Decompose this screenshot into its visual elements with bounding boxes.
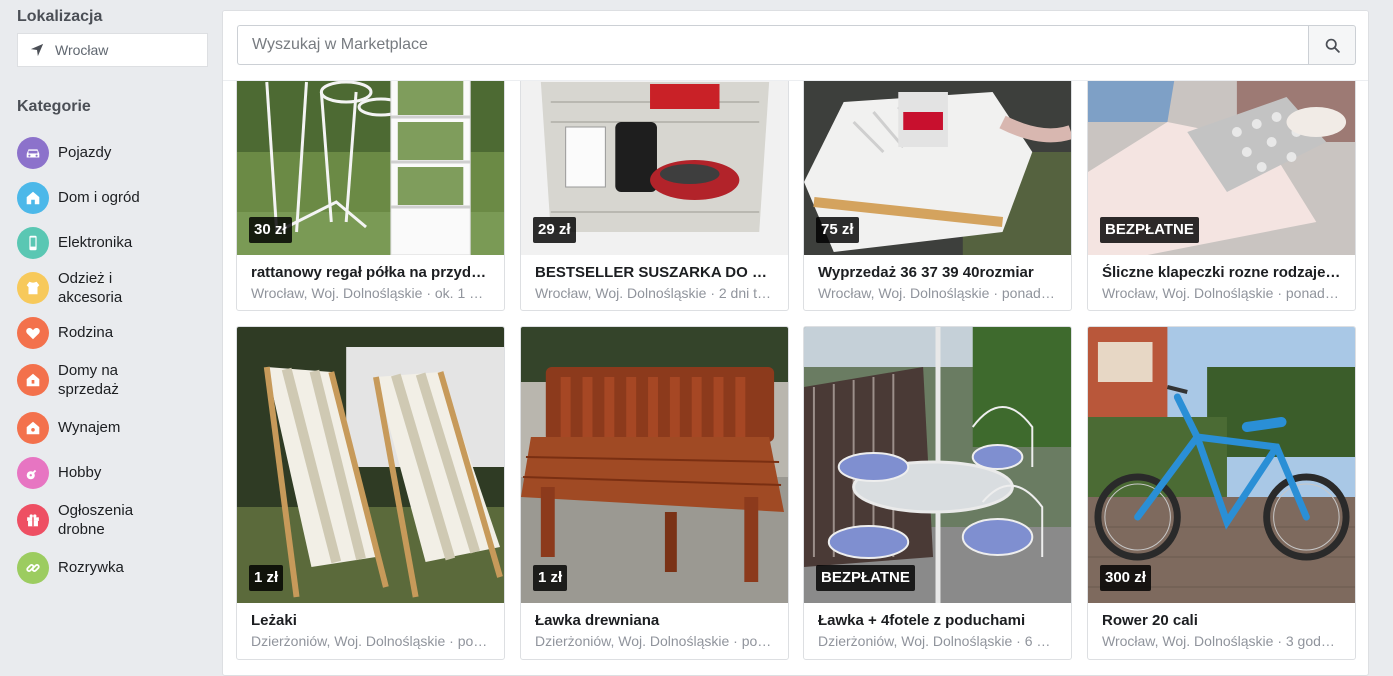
- heart-icon: [17, 316, 49, 349]
- location-value: Wrocław: [55, 42, 109, 58]
- category-label: Hobby: [58, 464, 102, 481]
- category-item-dom-i-ogrod[interactable]: Dom i ogród: [17, 175, 217, 220]
- category-label: Rodzina: [58, 324, 114, 341]
- category-item-domy-na-sprzedaz[interactable]: Domy na sprzedaż: [17, 355, 217, 405]
- location-title: Lokalizacja: [17, 8, 103, 25]
- listing-title: Leżaki: [251, 612, 297, 629]
- listing-meta: Wrocław, Woj. Dolnośląskie · ponad t...: [818, 285, 1061, 301]
- listing-meta: Wrocław, Woj. Dolnośląskie · ponad t...: [1102, 285, 1345, 301]
- listing-meta: Wrocław, Woj. Dolnośląskie · 3 godz. ...: [1102, 633, 1348, 649]
- category-item-odziez[interactable]: Odzież i akcesoria: [17, 265, 217, 310]
- category-item-rodzina[interactable]: Rodzina: [17, 310, 217, 355]
- house-sale-icon: [17, 364, 49, 396]
- listing-photo: BEZPŁATNE: [804, 327, 1071, 603]
- listing-meta: Dzierżoniów, Woj. Dolnośląskie · pon...: [251, 633, 493, 649]
- listing-meta: Wrocław, Woj. Dolnośląskie · ok. 1 dz...: [251, 285, 496, 301]
- price-badge: 30 zł: [249, 217, 292, 243]
- price-badge: 1 zł: [533, 565, 568, 591]
- listing-card[interactable]: 1 zł Ławka drewniana Dzierżoniów, Woj. D…: [520, 326, 789, 660]
- category-item-ogloszenia-drobne[interactable]: Ogłoszenia drobne: [17, 495, 217, 545]
- listing-meta: Wrocław, Woj. Dolnośląskie · 2 dni temu: [535, 285, 785, 301]
- listing-photo: 300 zł: [1088, 327, 1355, 603]
- listing-meta: Dzierżoniów, Woj. Dolnośląskie · pon...: [535, 633, 777, 649]
- listing-card[interactable]: 29 zł BESTSELLER SUSZARKA DO N... Wrocła…: [520, 61, 789, 311]
- category-item-rozrywka[interactable]: Rozrywka: [17, 545, 217, 590]
- listing-title: Wyprzedaż 36 37 39 40rozmiar: [818, 264, 1034, 281]
- category-item-wynajem[interactable]: Wynajem: [17, 405, 217, 450]
- price-badge: 1 zł: [249, 565, 284, 591]
- price-badge: BEZPŁATNE: [816, 565, 915, 591]
- sidebar: Lokalizacja Wrocław Kategorie Pojazdy Do…: [0, 0, 222, 676]
- category-item-hobby[interactable]: Hobby: [17, 450, 217, 495]
- listing-card[interactable]: 1 zł Leżaki Dzierżoniów, Woj. Dolnośląsk…: [236, 326, 505, 660]
- listing-photo: 30 zł: [237, 62, 504, 255]
- search-input[interactable]: [237, 25, 1309, 65]
- listing-title: BESTSELLER SUSZARKA DO N...: [535, 264, 776, 281]
- price-badge: 300 zł: [1100, 565, 1151, 591]
- listing-title: rattanowy regał półka na przyda...: [251, 264, 492, 281]
- category-label: Domy na sprzedaż: [58, 362, 119, 398]
- listing-card[interactable]: 75 zł Wyprzedaż 36 37 39 40rozmiar Wrocł…: [803, 61, 1072, 311]
- listing-card[interactable]: BEZPŁATNE Śliczne klapeczki rozne rodzaj…: [1087, 61, 1356, 311]
- link-icon: [17, 551, 49, 584]
- listing-photo: 1 zł: [521, 327, 788, 603]
- listing-title: Rower 20 cali: [1102, 612, 1198, 629]
- category-item-elektronika[interactable]: Elektronika: [17, 220, 217, 265]
- phone-icon: [17, 226, 49, 259]
- category-label: Rozrywka: [58, 559, 124, 576]
- category-label: Dom i ogród: [58, 189, 140, 206]
- listing-card[interactable]: 300 zł Rower 20 cali Wrocław, Woj. Dolno…: [1087, 326, 1356, 660]
- category-item-pojazdy[interactable]: Pojazdy: [17, 130, 217, 175]
- car-icon: [17, 136, 49, 169]
- category-label: Elektronika: [58, 234, 133, 251]
- gift-icon: [17, 504, 49, 536]
- listing-card[interactable]: 30 zł rattanowy regał półka na przyda...…: [236, 61, 505, 311]
- listing-card[interactable]: BEZPŁATNE Ławka + 4fotele z poduchami Dz…: [803, 326, 1072, 660]
- search-button[interactable]: [1308, 25, 1356, 65]
- listing-photo: 1 zł: [237, 327, 504, 603]
- house-rent-icon: [17, 411, 49, 444]
- listing-meta: Dzierżoniów, Woj. Dolnośląskie · 6 dn...: [818, 633, 1064, 649]
- category-label: Odzież i akcesoria: [58, 269, 123, 306]
- price-badge: BEZPŁATNE: [1100, 217, 1199, 243]
- listing-title: Ławka + 4fotele z poduchami: [818, 612, 1026, 629]
- listing-title: Śliczne klapeczki rozne rodzaje ...: [1102, 264, 1343, 281]
- listing-photo: 29 zł: [521, 62, 788, 255]
- categories-title: Kategorie: [17, 98, 91, 115]
- shirt-icon: [17, 271, 49, 304]
- search-icon: [1325, 38, 1340, 53]
- location-selector[interactable]: Wrocław: [17, 33, 208, 67]
- category-label: Pojazdy: [58, 144, 112, 161]
- category-label: Ogłoszenia drobne: [58, 502, 134, 538]
- search-bar: [223, 11, 1368, 81]
- listing-photo: BEZPŁATNE: [1088, 62, 1355, 255]
- listing-photo: 75 zł: [804, 62, 1071, 255]
- guitar-icon: [17, 456, 49, 489]
- category-list: Pojazdy Dom i ogród Elektronika Odzież i…: [17, 130, 217, 590]
- location-arrow-icon: [30, 43, 44, 57]
- price-badge: 29 zł: [533, 217, 576, 243]
- house-icon: [17, 181, 49, 214]
- category-label: Wynajem: [58, 419, 121, 436]
- marketplace-feed: 30 zł rattanowy regał półka na przyda...…: [222, 10, 1369, 676]
- listing-title: Ławka drewniana: [535, 612, 660, 629]
- price-badge: 75 zł: [816, 217, 859, 243]
